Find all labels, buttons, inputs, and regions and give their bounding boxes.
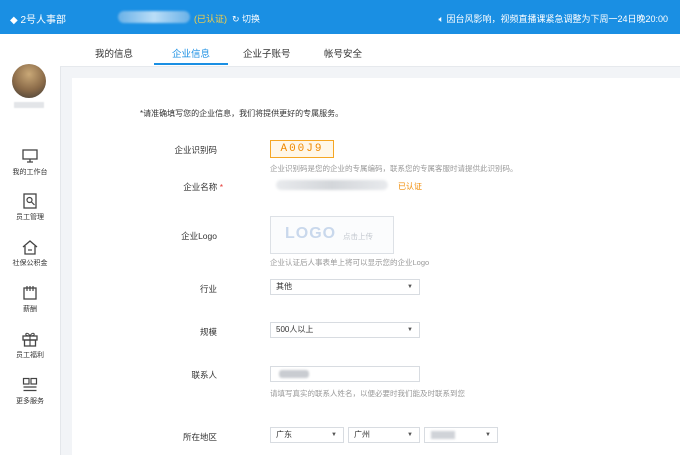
province-select[interactable]: 广东 ▼ (270, 427, 344, 443)
upload-link[interactable]: 点击上传 (343, 231, 373, 242)
scale-select[interactable]: 500人以上 ▼ (270, 322, 420, 338)
tab-sub-accounts[interactable]: 企业子账号 (243, 46, 291, 60)
industry-select[interactable]: 其他 ▼ (270, 279, 420, 295)
contact-hint: 请填写真实的联系人姓名，以便必要时我们能及时联系到您 (270, 389, 465, 398)
dropdown-caret-icon: ▼ (331, 432, 337, 438)
dropdown-caret-icon: ▼ (407, 327, 413, 333)
contact-label: 联系人 (191, 370, 217, 380)
announcement[interactable]: 🔈︎ 因台风影响，视频直播课紧急调整为下周一24日晚20:00 (439, 12, 668, 25)
contact-value-blurred (279, 370, 309, 378)
top-bar: ◆ 2号人事部 (已认证) ↻ 切换 🔈︎ 因台风影响，视频直播课紧急调整为下周… (0, 0, 680, 34)
switch-company-button[interactable]: ↻ 切换 (232, 12, 260, 25)
company-code: A00J9 (270, 140, 334, 158)
diamond-icon: ◆ (10, 15, 21, 26)
dropdown-caret-icon: ▼ (407, 284, 413, 290)
sidebar-item-employees[interactable]: 员工管理 (0, 192, 60, 222)
company-name-blurred (118, 11, 190, 23)
logo-hint: 企业认证后人事表单上将可以显示您的企业Logo (270, 258, 430, 267)
company-name-label: 企业名称 * (183, 182, 223, 192)
sidebar-item-salary[interactable]: 薪酬 (0, 284, 60, 314)
sidebar-item-benefits[interactable]: 员工福利 (0, 330, 60, 360)
sidebar-item-social-security[interactable]: 社保公积金 (0, 238, 60, 268)
required-mark: * (219, 182, 223, 192)
wallet-icon (23, 286, 37, 300)
logo-label: 企业Logo (181, 231, 217, 241)
region-label: 所在地区 (182, 432, 217, 442)
employee-search-icon (23, 193, 37, 209)
scale-label: 规模 (199, 327, 217, 337)
active-tab-indicator (154, 63, 228, 65)
dropdown-caret-icon: ▼ (485, 432, 491, 438)
tab-company-info[interactable]: 企业信息 (172, 46, 210, 60)
dropdown-caret-icon: ▼ (407, 432, 413, 438)
contact-input[interactable] (270, 366, 420, 382)
verified-tag: (已认证) (194, 14, 227, 24)
user-name-blurred (14, 102, 44, 108)
logo-placeholder: LOGO (285, 225, 337, 242)
avatar[interactable] (12, 64, 46, 98)
gift-icon (22, 332, 38, 347)
industry-label: 行业 (199, 284, 217, 294)
switch-icon: ↻ (232, 14, 243, 24)
verified-badge: 已认证 (398, 182, 422, 191)
sidebar-item-workbench[interactable]: 我的工作台 (0, 147, 60, 177)
tab-bar: 我的信息 企业信息 企业子账号 帐号安全 (60, 34, 680, 67)
tab-account-security[interactable]: 帐号安全 (324, 46, 362, 60)
city-select[interactable]: 广州 ▼ (348, 427, 420, 443)
code-label: 企业识别码 (174, 145, 217, 155)
monitor-icon (22, 149, 38, 163)
app-logo[interactable]: ◆ 2号人事部 (10, 11, 66, 26)
district-select[interactable]: ▼ (424, 427, 498, 443)
tab-my-info[interactable]: 我的信息 (95, 46, 133, 60)
sidebar: 我的工作台 员工管理 社保公积金 薪酬 员工福利 更多服务 (0, 34, 61, 455)
district-value-blurred (431, 431, 455, 439)
grid-icon (22, 377, 38, 392)
form-intro: *请准确填写您的企业信息，我们将提供更好的专属服务。 (140, 109, 344, 118)
code-hint: 企业识别码是您的企业的专属编码，联系您的专属客服时请提供此识别码。 (270, 164, 518, 173)
logo-upload-box[interactable]: LOGO 点击上传 (270, 216, 394, 254)
sidebar-item-more-services[interactable]: 更多服务 (0, 376, 60, 406)
house-icon (22, 240, 38, 255)
company-name-value-blurred (276, 180, 388, 190)
